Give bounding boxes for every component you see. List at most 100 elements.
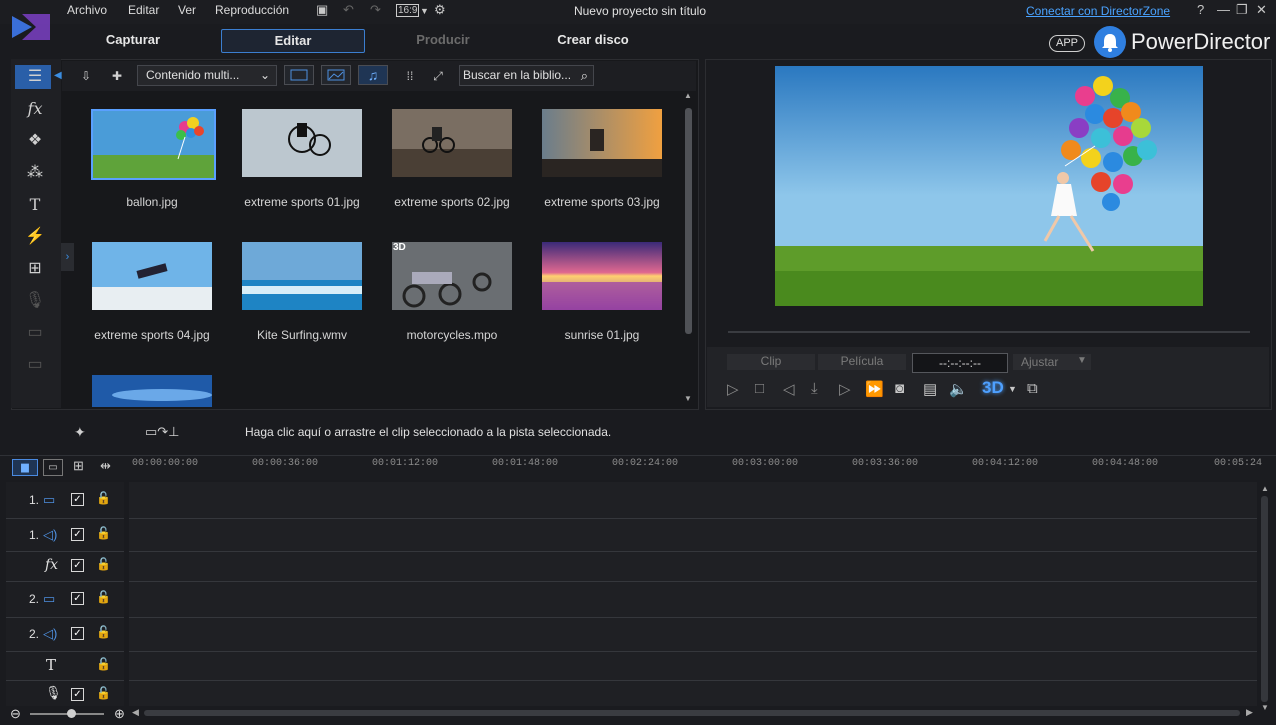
lock-icon[interactable]: 🔓 bbox=[96, 526, 111, 540]
audio-filter-button[interactable]: ♫ bbox=[358, 65, 388, 85]
chevron-down-icon[interactable]: ▼ bbox=[1008, 384, 1017, 394]
close-icon[interactable]: ✕ bbox=[1256, 2, 1267, 18]
lock-icon[interactable]: 🔓 bbox=[96, 657, 111, 671]
bell-icon[interactable] bbox=[1094, 26, 1126, 58]
plugins-icon[interactable]: ✚ bbox=[107, 66, 127, 86]
undock-preview-icon[interactable]: ⧉ bbox=[1027, 380, 1038, 397]
fit-dropdown[interactable]: Ajustar ▼ bbox=[1013, 354, 1091, 370]
title-room-icon[interactable]: T bbox=[22, 194, 48, 216]
audio-mixing-room-icon[interactable]: ⊞ bbox=[22, 258, 48, 280]
grid-view-icon[interactable]: ⁞⁞ bbox=[400, 66, 420, 86]
track-enable-checkbox[interactable]: ✓ bbox=[71, 493, 84, 506]
redo-icon[interactable]: ↷ bbox=[370, 2, 381, 18]
timeline-horizontal-scrollbar[interactable] bbox=[144, 710, 1240, 716]
directorzone-link[interactable]: Conectar con DirectorZone bbox=[1026, 4, 1170, 18]
menu-reproduccion[interactable]: Reproducción bbox=[215, 3, 289, 17]
aspect-ratio-button[interactable]: 16:9 bbox=[396, 4, 420, 17]
tab-capturar[interactable]: Capturar bbox=[72, 29, 194, 51]
content-filter-dropdown[interactable]: Contenido multi... ⌄ bbox=[137, 65, 277, 86]
track-enable-checkbox[interactable]: ✓ bbox=[71, 559, 84, 572]
add-track-icon[interactable]: ⊞ bbox=[73, 458, 84, 474]
gear-icon[interactable]: ⚙ bbox=[434, 2, 446, 18]
media-room-icon[interactable]: ☰ bbox=[22, 66, 48, 88]
lock-icon[interactable]: 🔓 bbox=[96, 590, 111, 604]
particle-room-icon[interactable]: ⁂ bbox=[22, 162, 48, 184]
preview-seek-track[interactable] bbox=[728, 331, 1250, 333]
expand-panel-arrow-icon[interactable]: › bbox=[61, 243, 74, 271]
play-icon[interactable]: ▷ bbox=[727, 380, 739, 398]
thumb-extreme-sports-02[interactable] bbox=[392, 109, 512, 177]
scroll-up-icon[interactable]: ▲ bbox=[1261, 484, 1269, 493]
stop-icon[interactable]: □ bbox=[755, 380, 764, 397]
minimize-icon[interactable]: — bbox=[1217, 2, 1230, 17]
scroll-up-icon[interactable]: ▲ bbox=[684, 91, 692, 100]
import-media-icon[interactable]: ⇩ bbox=[76, 66, 96, 86]
track-enable-checkbox[interactable]: ✓ bbox=[71, 592, 84, 605]
tab-crear-disco[interactable]: Crear disco bbox=[532, 29, 654, 51]
thumb-extreme-sports-01[interactable] bbox=[242, 109, 362, 177]
movie-mode-button[interactable]: Película bbox=[818, 354, 906, 370]
thumb-partial[interactable] bbox=[92, 375, 212, 407]
previous-frame-icon[interactable]: ◁ bbox=[783, 380, 795, 398]
save-icon[interactable]: ▣ bbox=[316, 2, 328, 18]
zoom-out-icon[interactable]: ⊖ bbox=[10, 706, 21, 722]
search-icon[interactable]: ⌕ bbox=[581, 66, 588, 85]
menu-editar[interactable]: Editar bbox=[128, 3, 159, 17]
clip-mode-button[interactable]: Clip bbox=[727, 354, 815, 370]
track-enable-checkbox[interactable]: ✓ bbox=[71, 528, 84, 541]
collapse-arrow-icon[interactable]: ◀ bbox=[54, 70, 62, 81]
voice-over-room-icon[interactable]: 🎙 bbox=[22, 290, 48, 312]
chevron-down-icon[interactable]: ▼ bbox=[420, 6, 429, 16]
restore-icon[interactable]: ❐ bbox=[1236, 2, 1248, 18]
track-enable-checkbox[interactable]: ✓ bbox=[71, 688, 84, 701]
thumb-sunrise-01[interactable] bbox=[542, 242, 662, 310]
tab-producir[interactable]: Producir bbox=[382, 29, 504, 51]
image-filter-button[interactable] bbox=[321, 65, 351, 85]
split-icon[interactable]: ⤓ bbox=[811, 380, 818, 397]
lock-icon[interactable]: 🔓 bbox=[96, 491, 111, 505]
thumb-motorcycles[interactable]: 3D bbox=[392, 242, 512, 310]
lock-icon[interactable]: 🔓 bbox=[96, 686, 111, 700]
insert-clip-icon[interactable]: ▭↷⊥ bbox=[145, 424, 180, 440]
track-enable-checkbox[interactable]: ✓ bbox=[71, 627, 84, 640]
scroll-right-icon[interactable]: ▶ bbox=[1246, 707, 1253, 718]
scroll-left-icon[interactable]: ◀ bbox=[132, 707, 139, 718]
library-search-input[interactable]: Buscar en la biblio... ⌕ bbox=[459, 65, 594, 86]
storyboard-view-button[interactable]: ▭ bbox=[43, 459, 63, 476]
scroll-down-icon[interactable]: ▼ bbox=[1261, 703, 1269, 712]
chapter-room-icon[interactable]: ▭ bbox=[22, 322, 48, 344]
zoom-slider-handle[interactable] bbox=[67, 709, 76, 718]
thumb-extreme-sports-03[interactable] bbox=[542, 109, 662, 177]
zoom-in-icon[interactable]: ⊕ bbox=[114, 706, 125, 722]
timeline-tracks-area[interactable] bbox=[129, 482, 1257, 706]
fit-timeline-icon[interactable]: ⇹ bbox=[100, 458, 111, 474]
fast-forward-icon[interactable]: ⏩ bbox=[865, 380, 884, 398]
timecode-display[interactable]: --:--:--:-- bbox=[912, 353, 1008, 373]
pip-room-icon[interactable]: ❖ bbox=[22, 130, 48, 152]
subtitle-icon[interactable]: ▤ bbox=[923, 380, 937, 398]
undo-icon[interactable]: ↶ bbox=[343, 2, 354, 18]
volume-icon[interactable]: 🔈 bbox=[949, 380, 968, 398]
help-icon[interactable]: ? bbox=[1197, 2, 1204, 17]
snapshot-icon[interactable]: ◙ bbox=[895, 380, 904, 397]
transition-room-icon[interactable]: ⚡ bbox=[22, 226, 48, 248]
thumb-kite-surfing[interactable] bbox=[242, 242, 362, 310]
3d-mode-button[interactable]: 3D bbox=[982, 378, 1004, 398]
next-frame-icon[interactable]: ▷ bbox=[839, 380, 851, 398]
lock-icon[interactable]: 🔓 bbox=[96, 557, 111, 571]
lock-icon[interactable]: 🔓 bbox=[96, 625, 111, 639]
timeline-vertical-scrollbar[interactable] bbox=[1261, 496, 1268, 702]
video-filter-button[interactable] bbox=[284, 65, 314, 85]
scroll-down-icon[interactable]: ▼ bbox=[684, 394, 692, 403]
menu-ver[interactable]: Ver bbox=[178, 3, 196, 17]
menu-archivo[interactable]: Archivo bbox=[67, 3, 107, 17]
fx-room-icon[interactable]: fx bbox=[22, 98, 48, 120]
app-badge[interactable]: APP bbox=[1049, 35, 1086, 52]
tab-editar[interactable]: Editar bbox=[221, 29, 365, 53]
subtitle-room-icon[interactable]: ▭ bbox=[22, 354, 48, 376]
library-scrollbar[interactable]: ▲ ▼ bbox=[684, 91, 694, 406]
fullscreen-icon[interactable]: ⤢ bbox=[428, 66, 448, 86]
timeline-view-button[interactable]: ▆ bbox=[12, 459, 38, 476]
thumb-extreme-sports-04[interactable] bbox=[92, 242, 212, 310]
thumb-ballon[interactable] bbox=[91, 109, 216, 180]
